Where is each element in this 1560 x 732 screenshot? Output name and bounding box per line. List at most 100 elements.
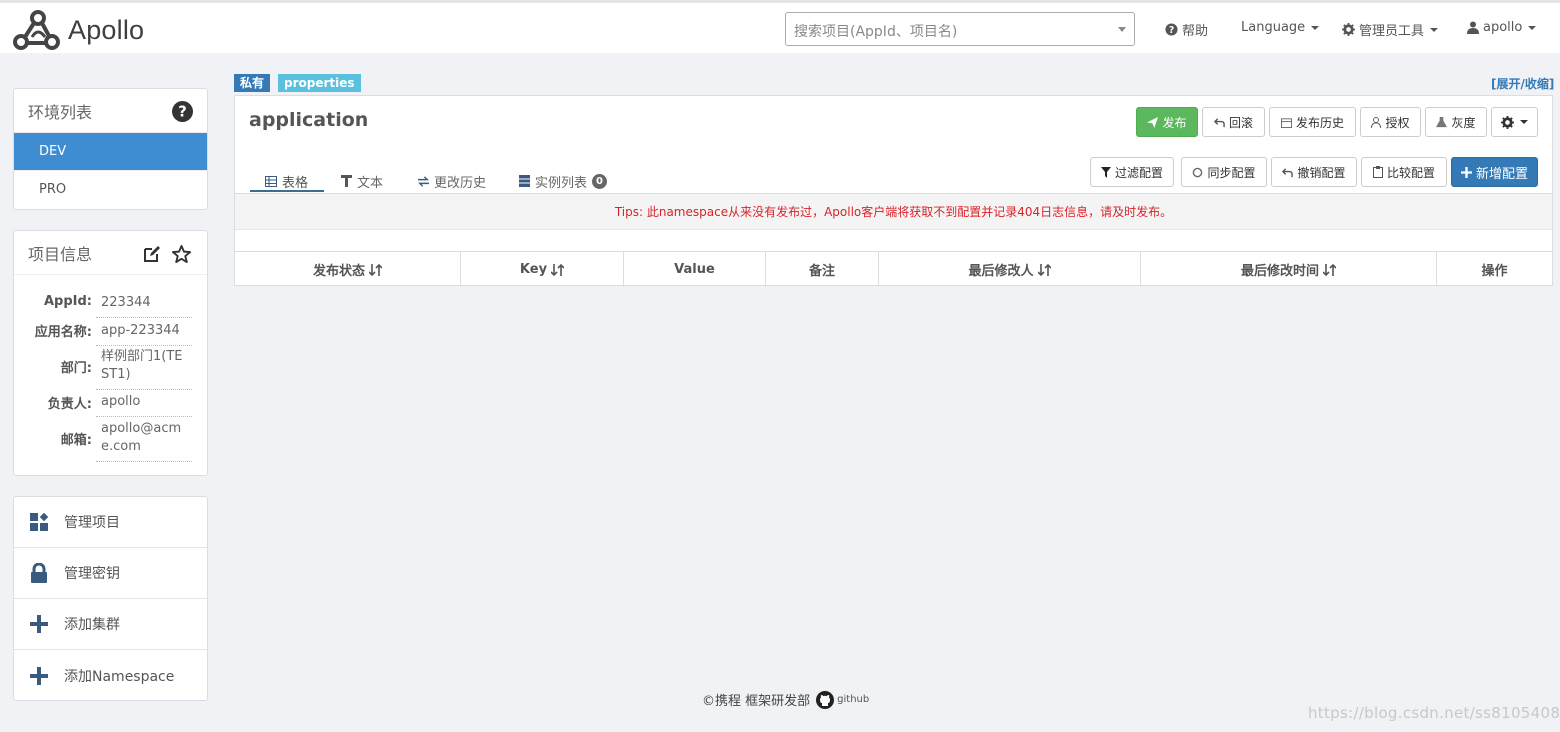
env-list-header: 环境列表 ? — [14, 89, 207, 133]
owner-value: apollo — [96, 393, 192, 417]
tab-table-label: 表格 — [282, 175, 309, 191]
calendar-icon — [1280, 117, 1292, 128]
namespace-panel: application 发布 回滚 发布历史 授权 灰度 表格 文本 更改历史 … — [234, 95, 1553, 287]
owner-label: 负责人: — [47, 397, 92, 412]
apollo-logo[interactable]: Apollo — [12, 7, 144, 53]
column-label: Key — [519, 262, 548, 277]
add-config-label: 新增配置 — [1475, 166, 1528, 182]
svg-text:?: ? — [1169, 25, 1174, 36]
project-info-title: 项目信息 — [28, 244, 93, 264]
plus-icon — [30, 666, 48, 685]
rollback-button[interactable]: 回滚 — [1202, 107, 1265, 137]
flask-icon — [1436, 116, 1448, 127]
manage-project-label: 管理项目 — [64, 515, 120, 531]
gray-release-button[interactable]: 灰度 — [1425, 107, 1487, 137]
unpublished-tips: Tips: 此namespace从来没有发布过，Apollo客户端将获取不到配置… — [235, 193, 1552, 230]
help-link[interactable]: ? 帮助 — [1165, 20, 1208, 39]
email-label: 邮箱: — [60, 433, 92, 448]
sync-config-button[interactable]: 同步配置 — [1181, 157, 1267, 187]
namespace-settings-dropdown[interactable] — [1491, 107, 1538, 137]
compare-config-button[interactable]: 比较配置 — [1361, 157, 1447, 187]
tab-text-label: 文本 — [357, 175, 384, 191]
column-last-modifier[interactable]: 最后修改人 — [879, 252, 1141, 287]
app-name-label: 应用名称: — [34, 325, 92, 340]
gear-icon — [1501, 115, 1514, 129]
config-table-header: 发布状态 Key Value 备注 最后修改人 最后修改时间 操作 — [235, 251, 1552, 287]
column-publish-status[interactable]: 发布状态 — [235, 252, 461, 287]
instance-count-badge: 0 — [592, 173, 608, 189]
star-icon[interactable] — [172, 245, 191, 263]
env-item-pro[interactable]: PRO — [14, 171, 207, 209]
release-history-button[interactable]: 发布历史 — [1269, 107, 1356, 137]
compare-config-label: 比较配置 — [1386, 165, 1435, 180]
question-circle-icon[interactable]: ? — [172, 101, 193, 122]
footer: ©携程 框架研发部 github — [702, 690, 869, 709]
add-config-button[interactable]: 新增配置 — [1451, 157, 1538, 187]
app-name-value: app-223344 — [96, 322, 192, 346]
column-comment: 备注 — [766, 252, 879, 287]
plus-icon — [1460, 166, 1472, 178]
help-label: 帮助 — [1182, 24, 1209, 39]
active-tab-indicator — [250, 190, 324, 192]
authorize-button[interactable]: 授权 — [1360, 107, 1421, 137]
column-label: 备注 — [808, 264, 835, 279]
sync-config-label: 同步配置 — [1207, 165, 1256, 180]
tab-change-history[interactable]: 更改历史 — [418, 169, 486, 193]
gray-release-label: 灰度 — [1451, 115, 1476, 130]
filter-config-button[interactable]: 过滤配置 — [1090, 157, 1174, 187]
username: apollo — [1483, 20, 1523, 35]
chevron-down-icon — [1118, 27, 1126, 32]
add-namespace-item[interactable]: 添加Namespace — [14, 650, 207, 701]
sort-icon — [1037, 263, 1051, 276]
language-dropdown[interactable]: Language — [1241, 20, 1320, 35]
github-label[interactable]: github — [837, 694, 869, 705]
top-navbar: Apollo 搜索项目(AppId、项目名) ? 帮助 Language 管理员… — [0, 0, 1560, 53]
caret-down-icon — [1430, 27, 1439, 32]
gear-icon — [1342, 23, 1355, 36]
filter-icon — [1100, 166, 1111, 178]
dashboard-icon — [30, 512, 49, 531]
column-last-modified-time[interactable]: 最后修改时间 — [1141, 252, 1437, 287]
publish-label: 发布 — [1162, 115, 1187, 130]
manage-project-item[interactable]: 管理项目 — [14, 497, 207, 548]
tag-format: properties — [278, 74, 361, 92]
search-placeholder: 搜索项目(AppId、项目名) — [794, 24, 958, 40]
server-icon — [519, 175, 530, 187]
env-item-dev[interactable]: DEV — [14, 133, 207, 171]
edit-icon[interactable] — [143, 245, 161, 263]
rollback-icon — [1213, 117, 1225, 127]
project-search-input[interactable]: 搜索项目(AppId、项目名) — [785, 12, 1135, 46]
email-value: apollo@acme.com — [96, 420, 192, 462]
watermark: https://blog.csdn.net/ss810540895 — [1308, 704, 1560, 722]
svg-text:?: ? — [178, 104, 187, 121]
tab-instances[interactable]: 实例列表 0 — [519, 169, 608, 193]
project-info-header: 项目信息 — [14, 231, 207, 275]
manage-secret-item[interactable]: 管理密钥 — [14, 548, 207, 599]
transfer-icon — [418, 175, 429, 187]
revoke-config-button[interactable]: 撤销配置 — [1271, 157, 1357, 187]
expand-collapse-link[interactable]: [展开/收缩] — [1491, 75, 1554, 92]
department-value: 样例部门1(TEST1) — [96, 348, 192, 390]
add-cluster-label: 添加集群 — [64, 617, 120, 633]
tab-text[interactable]: 文本 — [341, 169, 383, 193]
rollback-label: 回滚 — [1228, 115, 1253, 130]
appid-label: AppId: — [43, 294, 92, 309]
rollback-icon — [1282, 167, 1294, 177]
caret-down-icon — [1520, 120, 1528, 124]
github-icon[interactable] — [816, 690, 835, 709]
column-key[interactable]: Key — [461, 252, 624, 287]
app-name: Apollo — [68, 14, 145, 45]
column-value: Value — [624, 252, 766, 287]
caret-down-icon — [1528, 25, 1537, 30]
add-cluster-item[interactable]: 添加集群 — [14, 599, 207, 650]
column-label: Value — [674, 262, 715, 277]
user-icon — [1371, 116, 1382, 128]
user-dropdown[interactable]: apollo — [1467, 20, 1537, 35]
tag-private: 私有 — [234, 74, 271, 92]
column-label: 发布状态 — [312, 264, 365, 279]
publish-button[interactable]: 发布 — [1136, 107, 1198, 137]
clipboard-icon — [1372, 166, 1383, 178]
admin-tools-dropdown[interactable]: 管理员工具 — [1342, 20, 1439, 39]
user-icon — [1467, 21, 1479, 34]
project-info-panel: 项目信息 AppId: 223344 应用名称: app-223344 部门: … — [13, 230, 208, 476]
